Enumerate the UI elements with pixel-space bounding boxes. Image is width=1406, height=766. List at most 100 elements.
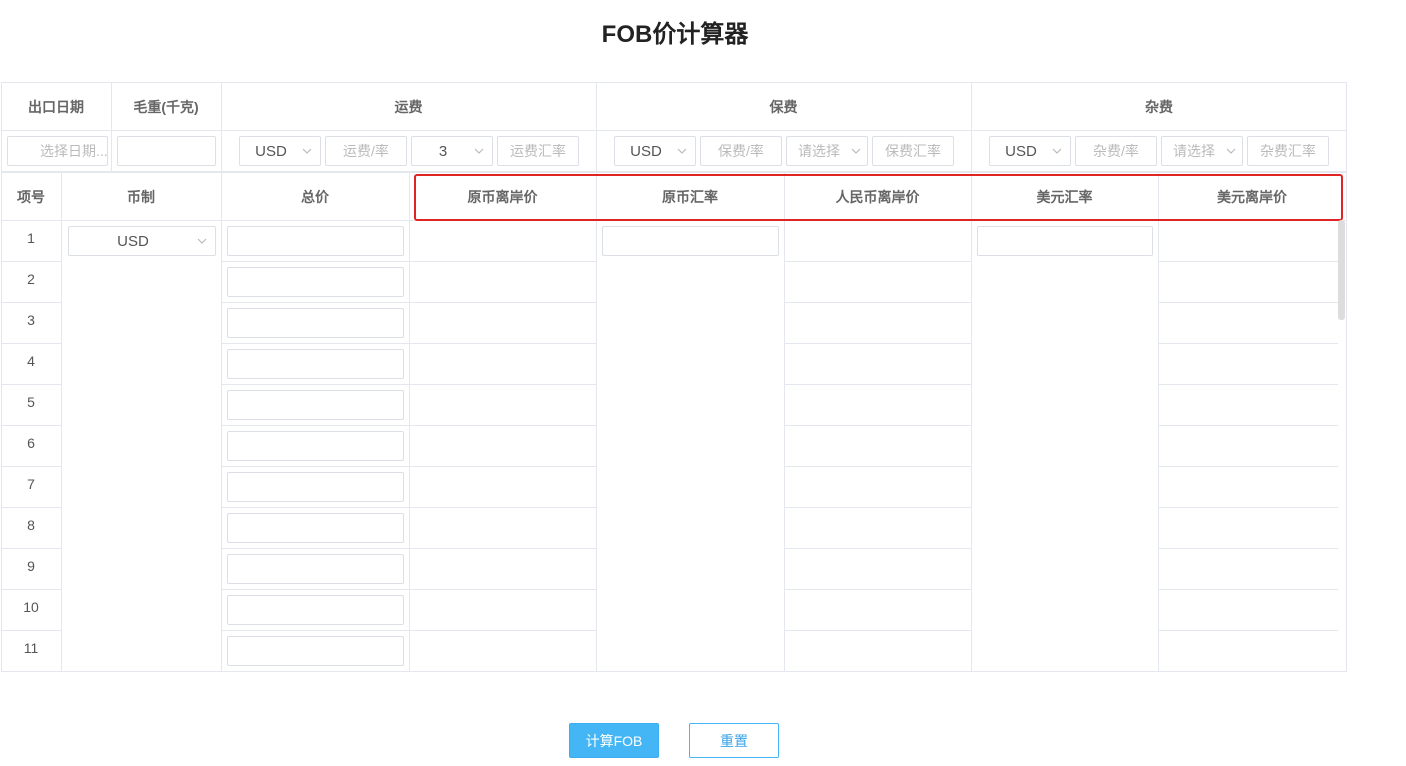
row-divider [221, 589, 409, 590]
row-item-number: 8 [27, 517, 35, 533]
insurance-exrate-input[interactable]: 保费汇率 [872, 136, 954, 166]
row-divider [221, 343, 409, 344]
row-divider [784, 261, 971, 262]
row-divider [1158, 589, 1338, 590]
row-item-number: 7 [27, 476, 35, 492]
row-divider [221, 630, 409, 631]
total-price-input[interactable] [227, 513, 404, 543]
row-divider [221, 466, 409, 467]
row-item-number: 9 [27, 558, 35, 574]
misc-rate-input[interactable]: 杂费/率 [1075, 136, 1157, 166]
header-gross-weight: 毛重(千克) [133, 98, 199, 115]
total-price-input[interactable] [227, 308, 404, 338]
row-item-number: 6 [27, 435, 35, 451]
chevron-down-icon [851, 148, 861, 154]
total-price-input[interactable] [227, 226, 404, 256]
total-price-input[interactable] [227, 554, 404, 584]
row-divider [409, 343, 596, 344]
chevron-down-icon [474, 148, 484, 154]
export-date-input[interactable]: 选择日期... [7, 136, 108, 166]
insurance-mode-select[interactable]: 请选择 [786, 136, 868, 166]
row-divider [221, 507, 409, 508]
row-divider [409, 630, 596, 631]
row-divider [1158, 548, 1338, 549]
row-divider [409, 425, 596, 426]
scrollbar-thumb[interactable] [1338, 220, 1345, 320]
row-divider [784, 630, 971, 631]
row-divider [409, 466, 596, 467]
header-freight: 运费 [394, 98, 423, 115]
row-divider [784, 589, 971, 590]
col-total-price: 总价 [301, 188, 329, 205]
freight-exrate-input[interactable]: 运费汇率 [497, 136, 579, 166]
row-divider [221, 302, 409, 303]
orig-rate-input[interactable] [602, 226, 779, 256]
calculate-fob-button[interactable]: 计算FOB [569, 723, 659, 758]
row-divider [1158, 507, 1338, 508]
total-price-input[interactable] [227, 349, 404, 379]
total-price-input[interactable] [227, 595, 404, 625]
row-divider [784, 548, 971, 549]
col-currency: 币制 [127, 188, 155, 205]
row-currency-select[interactable]: USD [68, 226, 216, 256]
row-item-number: 2 [27, 271, 35, 287]
row-divider [1, 548, 61, 549]
row-divider [1158, 343, 1338, 344]
row-divider [1158, 302, 1338, 303]
row-divider [1158, 630, 1338, 631]
row-item-number: 3 [27, 312, 35, 328]
row-divider [221, 261, 409, 262]
misc-currency-select[interactable]: USD [989, 136, 1071, 166]
row-item-number: 10 [23, 599, 39, 615]
row-divider [784, 507, 971, 508]
usd-rate-input[interactable] [977, 226, 1153, 256]
misc-mode-select[interactable]: 请选择 [1161, 136, 1243, 166]
row-divider [221, 548, 409, 549]
row-divider [1, 589, 61, 590]
header-export-date: 出口日期 [28, 98, 84, 115]
total-price-input[interactable] [227, 267, 404, 297]
column-highlight-box [414, 174, 1343, 221]
total-price-input[interactable] [227, 390, 404, 420]
page-title: FOB价计算器 [601, 21, 749, 48]
col-item-no: 项号 [17, 188, 45, 205]
chevron-down-icon [1052, 148, 1062, 154]
row-divider [1, 466, 61, 467]
chevron-down-icon [197, 238, 207, 244]
chevron-down-icon [302, 148, 312, 154]
misc-exrate-input[interactable]: 杂费汇率 [1247, 136, 1329, 166]
row-divider [1158, 261, 1338, 262]
row-divider [1, 425, 61, 426]
row-divider [784, 466, 971, 467]
row-divider [409, 302, 596, 303]
row-item-number: 5 [27, 394, 35, 410]
row-item-number: 4 [27, 353, 35, 369]
chevron-down-icon [1226, 148, 1236, 154]
freight-currency-select[interactable]: USD [239, 136, 321, 166]
freight-mode-select[interactable]: 3 [411, 136, 493, 166]
header-misc: 杂费 [1145, 98, 1173, 115]
row-divider [1158, 425, 1338, 426]
gross-weight-input[interactable] [117, 136, 216, 166]
row-divider [409, 548, 596, 549]
row-divider [1, 507, 61, 508]
row-divider [784, 343, 971, 344]
total-price-input[interactable] [227, 472, 404, 502]
insurance-rate-input[interactable]: 保费/率 [700, 136, 782, 166]
row-divider [1, 630, 61, 631]
row-item-number: 1 [27, 230, 35, 246]
row-divider [784, 425, 971, 426]
header-insurance: 保费 [769, 98, 798, 115]
row-divider [1, 302, 61, 303]
row-divider [784, 302, 971, 303]
insurance-currency-select[interactable]: USD [614, 136, 696, 166]
row-divider [409, 261, 596, 262]
row-divider [1158, 466, 1338, 467]
row-divider [1158, 384, 1338, 385]
chevron-down-icon [677, 148, 687, 154]
total-price-input[interactable] [227, 636, 404, 666]
reset-button[interactable]: 重置 [689, 723, 779, 758]
total-price-input[interactable] [227, 431, 404, 461]
freight-rate-input[interactable]: 运费/率 [325, 136, 407, 166]
row-divider [1, 384, 61, 385]
